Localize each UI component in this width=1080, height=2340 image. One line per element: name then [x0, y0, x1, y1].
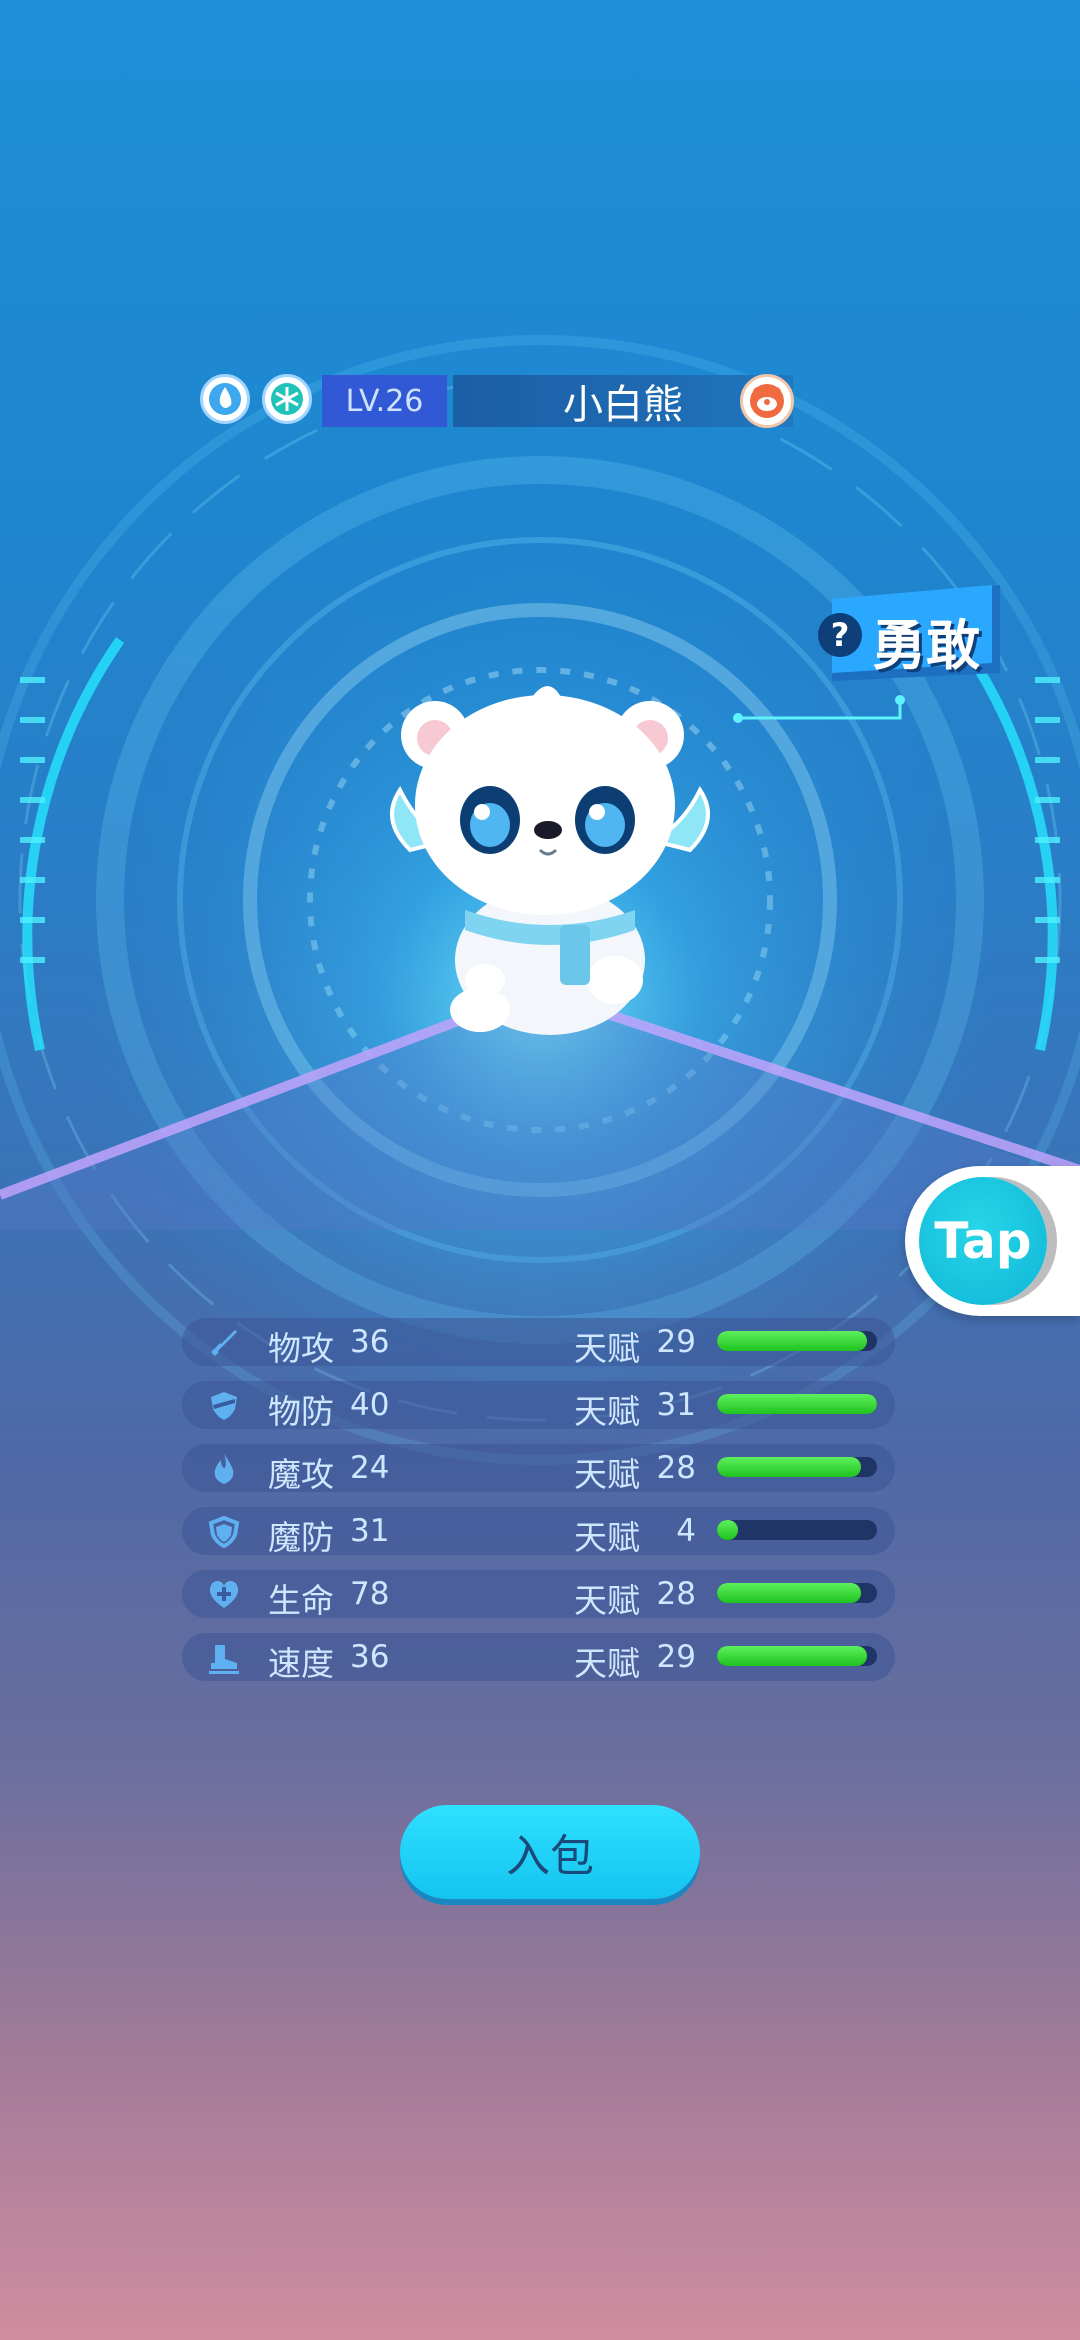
talent-bar-fill: [717, 1583, 861, 1603]
stat-value: 36: [350, 1324, 390, 1360]
talent-bar-fill: [717, 1457, 861, 1477]
add-to-bag-button[interactable]: 入包: [400, 1805, 700, 1899]
talent-label: 天赋: [574, 1455, 640, 1494]
talent-bar: [717, 1520, 877, 1540]
talent-label: 天赋: [574, 1329, 640, 1368]
talent-bar-fill: [717, 1520, 738, 1540]
talent-bar: [717, 1394, 877, 1414]
pet-header: LV.26 小白熊: [200, 372, 800, 430]
stats-list: 物攻 36 天赋 29 物防 40 天赋 31 魔攻 24 天赋 28 魔防 3…: [182, 1318, 895, 1696]
snowflake-icon[interactable]: [262, 374, 312, 424]
trait-banner[interactable]: ? 勇敢: [812, 585, 1006, 681]
tunnel-background: [0, 335, 1080, 1465]
talent-value: 4: [676, 1513, 696, 1549]
stat-name: 魔攻: [268, 1455, 334, 1494]
tap-floating-button[interactable]: Tap: [905, 1166, 1080, 1316]
stat-name: 速度: [268, 1644, 334, 1683]
stat-value: 24: [350, 1450, 390, 1486]
stat-value: 31: [350, 1513, 390, 1549]
sword-icon: [211, 1330, 237, 1356]
shield-icon: [211, 1392, 237, 1420]
stat-row-physical-attack: 物攻 36 天赋 29: [182, 1318, 895, 1368]
level-label: LV.26: [322, 375, 447, 427]
pet-polar-bear-image: [390, 686, 710, 1035]
talent-label: 天赋: [574, 1518, 640, 1557]
stat-row-physical-defense: 物防 40 天赋 31: [182, 1381, 895, 1431]
talent-value: 31: [656, 1387, 696, 1423]
question-icon[interactable]: ?: [818, 613, 862, 657]
stat-value: 36: [350, 1639, 390, 1675]
talent-value: 29: [656, 1324, 696, 1360]
stat-row-magic-attack: 魔攻 24 天赋 28: [182, 1444, 895, 1494]
talent-bar: [717, 1646, 877, 1666]
talent-bar: [717, 1583, 877, 1603]
stat-name: 魔防: [268, 1518, 334, 1557]
water-drop-icon[interactable]: [200, 374, 250, 424]
trait-label: 勇敢: [872, 614, 980, 677]
tap-label: Tap: [919, 1177, 1047, 1305]
bear-badge-icon[interactable]: [740, 374, 794, 428]
talent-bar: [717, 1457, 877, 1477]
talent-bar-fill: [717, 1394, 877, 1414]
talent-bar-fill: [717, 1331, 868, 1351]
talent-bar: [717, 1331, 877, 1351]
talent-label: 天赋: [574, 1581, 640, 1620]
stat-name: 物防: [268, 1392, 334, 1431]
stat-row-speed: 速度 36 天赋 29: [182, 1633, 895, 1683]
stat-name: 生命: [268, 1581, 334, 1620]
magic-shield-icon: [208, 1515, 240, 1549]
talent-value: 28: [656, 1450, 696, 1486]
talent-label: 天赋: [574, 1392, 640, 1431]
stat-row-health: 生命 78 天赋 28: [182, 1570, 895, 1620]
talent-value: 29: [656, 1639, 696, 1675]
talent-value: 28: [656, 1576, 696, 1612]
stat-name: 物攻: [268, 1329, 334, 1368]
talent-label: 天赋: [574, 1644, 640, 1683]
stat-value: 78: [350, 1576, 390, 1612]
stat-row-magic-defense: 魔防 31 天赋 4: [182, 1507, 895, 1557]
heart-icon: [209, 1581, 239, 1608]
talent-bar-fill: [717, 1646, 868, 1666]
boot-icon: [209, 1645, 239, 1674]
stat-value: 40: [350, 1387, 390, 1423]
flame-icon: [214, 1454, 234, 1484]
